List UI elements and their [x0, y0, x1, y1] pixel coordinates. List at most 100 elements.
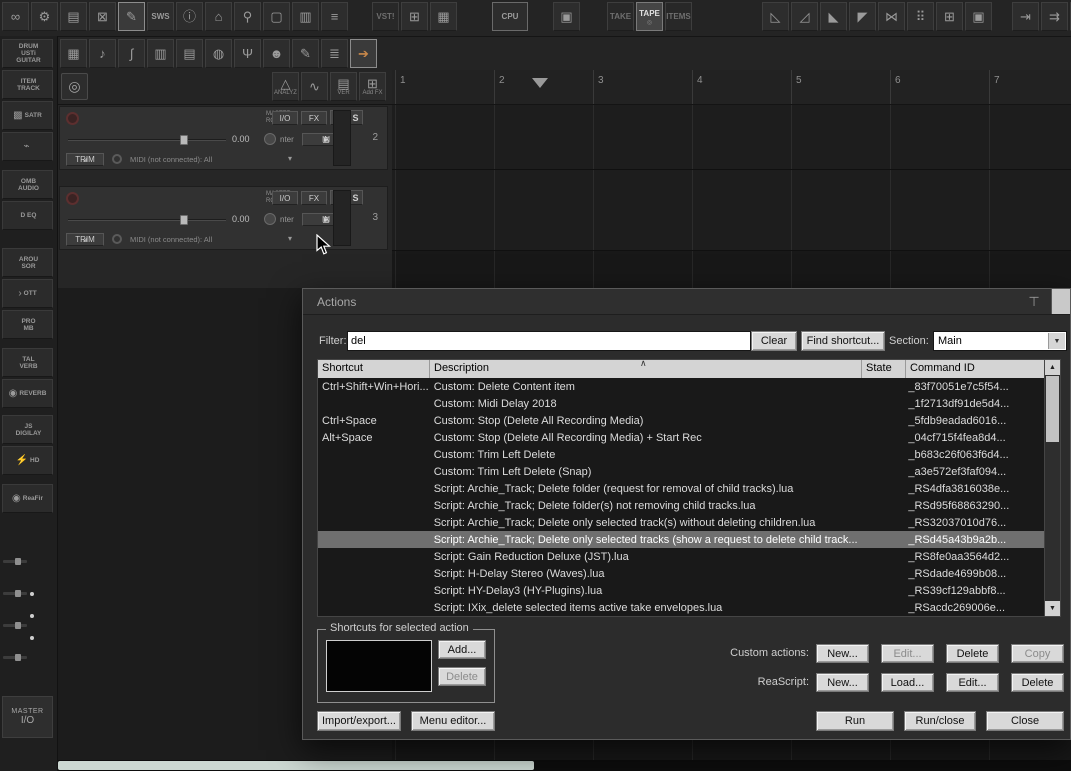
fx-reverb-button[interactable]: ◉ REVERB — [2, 379, 53, 408]
window-icon[interactable]: ▢ — [263, 2, 290, 31]
delete-shortcut-button[interactable]: Delete — [438, 667, 486, 686]
stamp-tool-icon[interactable]: ✎ — [118, 2, 145, 31]
fx-eq-button[interactable]: D EQ — [2, 201, 53, 230]
action-row[interactable]: Script: Archie_Track; Delete only select… — [318, 531, 1044, 548]
track-lane[interactable] — [392, 170, 1071, 251]
insert-item-icon[interactable]: ⊞ — [936, 2, 963, 31]
mic-icon[interactable]: Ψ — [234, 39, 261, 68]
custom-edit-button[interactable]: Edit... — [881, 644, 934, 663]
import-export-button[interactable]: Import/export... — [317, 711, 401, 731]
pencil-icon[interactable]: ✎ — [292, 39, 319, 68]
fader-thumb[interactable] — [180, 135, 188, 145]
meter-bars-icon[interactable]: ▥ — [292, 2, 319, 31]
midi-dropdown-caret[interactable]: ▾ — [288, 234, 292, 243]
action-row[interactable]: Ctrl+Space Custom: Stop (Delete All Reco… — [318, 412, 1044, 429]
fade-in-icon[interactable]: ◺ — [762, 2, 789, 31]
menu-editor-button[interactable]: Menu editor... — [411, 711, 495, 731]
search-icon[interactable]: ⚲ — [234, 2, 261, 31]
items-button[interactable]: ITEMS — [665, 2, 692, 31]
add-fx-button[interactable]: ⊞ Add FX — [359, 72, 386, 101]
horizontal-scrollbar-thumb[interactable] — [58, 761, 534, 770]
mini-fader-thumb[interactable] — [15, 622, 21, 629]
fx-tal-verb-button[interactable]: TAL VERB — [2, 348, 53, 377]
action-row[interactable]: Script: Archie_Track; Delete folder (req… — [318, 480, 1044, 497]
action-row[interactable]: Script: Gain Reduction Deluxe (JST).lua … — [318, 548, 1044, 565]
fx-ott-button[interactable]: › OTT — [2, 279, 53, 308]
volume-fader[interactable] — [68, 215, 226, 225]
custom-new-button[interactable]: New... — [816, 644, 869, 663]
grid-dots-icon[interactable]: ⠿ — [907, 2, 934, 31]
pan-knob[interactable] — [264, 213, 276, 225]
pin-icon[interactable]: ⊤ — [1026, 293, 1042, 311]
info-icon[interactable]: ⓘ — [176, 2, 203, 31]
action-row[interactable]: Alt+Space Custom: Stop (Delete All Recor… — [318, 429, 1044, 446]
chevron-down-icon[interactable]: ▼ — [1048, 333, 1065, 349]
fx-button[interactable]: FX — [301, 111, 327, 125]
web-icon[interactable]: ◍ — [205, 39, 232, 68]
action-row[interactable]: Custom: Trim Left Delete (Snap) _a3e572e… — [318, 463, 1044, 480]
env-up-icon[interactable]: ◤ — [849, 2, 876, 31]
horizontal-scrollbar[interactable] — [57, 760, 1071, 771]
mixer-icon[interactable]: ≡ — [321, 2, 348, 31]
gear-icon[interactable]: ⚙ — [31, 2, 58, 31]
cpu-button[interactable]: CPU — [492, 2, 528, 31]
fx-pro-mb-button[interactable]: PRO MB — [2, 310, 53, 339]
find-shortcut-button[interactable]: Find shortcut... — [801, 331, 885, 351]
reascript-delete-button[interactable]: Delete — [1011, 673, 1064, 692]
action-row[interactable]: Script: Archie_Track; Delete folder(s) n… — [318, 497, 1044, 514]
shortcut-listbox[interactable] — [326, 640, 432, 692]
fade-out-icon[interactable]: ◿ — [791, 2, 818, 31]
fx-audio-button[interactable]: OMB AUDIO — [2, 170, 53, 199]
master-io-button[interactable]: MASTER I/O — [2, 696, 53, 738]
fx-satr-button[interactable]: ▩ SATR — [2, 101, 53, 130]
filter-input[interactable] — [347, 331, 751, 351]
fx-plug-button[interactable]: ⌁ — [2, 132, 53, 161]
edit-cursor-marker[interactable] — [532, 78, 548, 88]
mini-fader-thumb[interactable] — [15, 654, 21, 661]
custom-delete-button[interactable]: Delete — [946, 644, 999, 663]
clear-button[interactable]: Clear — [751, 331, 797, 351]
envelope-button[interactable]: ∿ — [301, 72, 328, 101]
mini-fader[interactable] — [3, 622, 27, 629]
vertical-scrollbar-thumb[interactable] — [1046, 376, 1059, 442]
action-row[interactable]: Custom: Trim Left Delete _b683c26f063f6d… — [318, 446, 1044, 463]
action-row[interactable]: Script: HY-Delay3 (HY-Plugins).lua _RS39… — [318, 582, 1044, 599]
action-row[interactable]: Ctrl+Shift+Win+Hori... Custom: Delete Co… — [318, 378, 1044, 395]
duplicate-item-icon[interactable]: ▣ — [965, 2, 992, 31]
env-down-icon[interactable]: ◣ — [820, 2, 847, 31]
mini-fader[interactable] — [3, 558, 27, 565]
volume-fader[interactable] — [68, 135, 226, 145]
column-header-shortcut[interactable]: Shortcut — [318, 360, 430, 378]
midi-ring-icon[interactable] — [112, 234, 122, 244]
tape-button[interactable]: TAPE ◎ — [636, 2, 663, 31]
fx-button[interactable]: FX — [301, 191, 327, 205]
levels-icon[interactable]: ▥ — [147, 39, 174, 68]
mini-fader[interactable] — [3, 590, 27, 597]
render-arrow-button[interactable]: ➔ — [350, 39, 377, 68]
mini-fader[interactable] — [3, 654, 27, 661]
home-icon[interactable]: ⌂ — [205, 2, 232, 31]
run-button[interactable]: Run — [816, 711, 894, 731]
reascript-new-button[interactable]: New... — [816, 673, 869, 692]
scroll-down-icon[interactable]: ▼ — [1045, 601, 1060, 616]
action-row[interactable]: Script: H-Delay Stereo (Waves).lua _RSda… — [318, 565, 1044, 582]
trim-button[interactable]: ◢ TRIM — [66, 233, 104, 246]
reascript-edit-button[interactable]: Edit... — [946, 673, 999, 692]
vertical-scrollbar[interactable]: ▲ ▼ — [1044, 360, 1060, 616]
action-row[interactable]: Custom: Midi Delay 2018 _1f2713df91de5d4… — [318, 395, 1044, 412]
section-dropdown[interactable]: Main ▼ — [933, 331, 1067, 351]
piano-icon[interactable]: ▤ — [176, 39, 203, 68]
guitar-icon[interactable]: ∫ — [118, 39, 145, 68]
track-lane[interactable] — [392, 105, 1071, 170]
add-shortcut-button[interactable]: Add... — [438, 640, 486, 659]
action-row[interactable]: Script: Archie_Track; Delete only select… — [318, 514, 1044, 531]
midi-ring-icon[interactable] — [112, 154, 122, 164]
routing-icon[interactable]: ∞ — [2, 2, 29, 31]
trash-icon[interactable]: ⊠ — [89, 2, 116, 31]
export-icon[interactable]: ⇥ — [1012, 2, 1039, 31]
run-close-button[interactable]: Run/close — [904, 711, 976, 731]
take-button[interactable]: TAKE — [607, 2, 634, 31]
close-button[interactable]: Close — [986, 711, 1064, 731]
grid-icon[interactable]: ▦ — [430, 2, 457, 31]
action-row[interactable]: Script: IXix_delete selected items activ… — [318, 599, 1044, 616]
